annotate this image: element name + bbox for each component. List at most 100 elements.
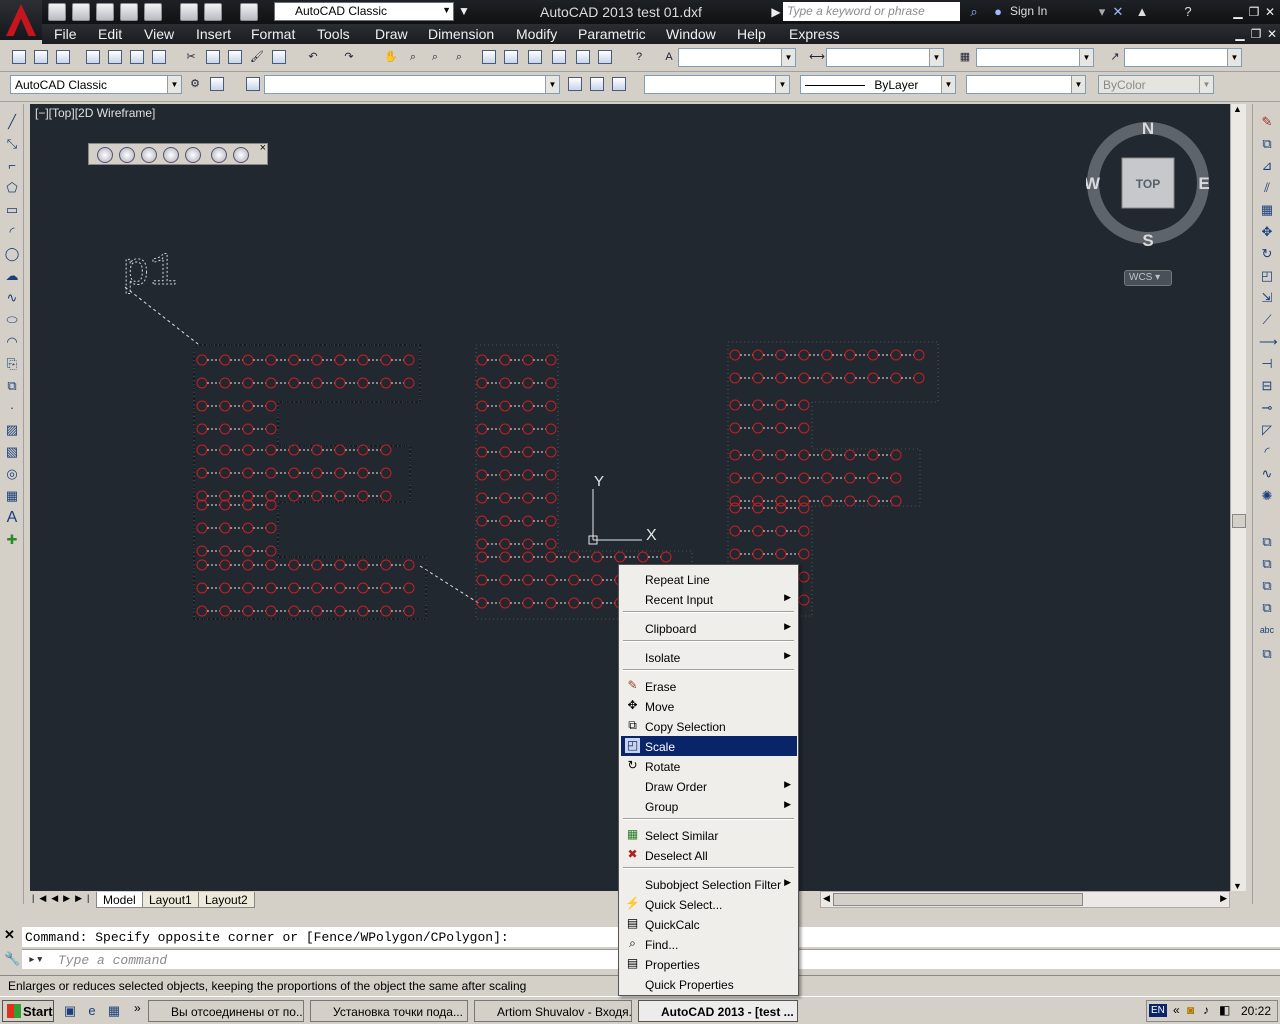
user-icon[interactable]: ● [990, 4, 1006, 20]
design-center-icon[interactable] [502, 48, 520, 66]
exchange-icon[interactable]: ✕ [1110, 4, 1126, 20]
send-to-back-icon[interactable]: ⧉ [1259, 578, 1275, 594]
wcs-menu[interactable]: WCS ▾ [1124, 270, 1172, 286]
circle-icon[interactable]: ◯ [4, 246, 20, 262]
plot-icon[interactable] [84, 48, 102, 66]
explode-icon[interactable]: ✺ [1259, 488, 1275, 504]
zoom-previous-icon[interactable]: ⌕ [450, 48, 468, 66]
taskbar-item-autocad[interactable]: AutoCAD 2013 - [test ... [638, 1000, 798, 1022]
3d-dwf-icon[interactable] [150, 48, 168, 66]
taskbar-item-mail[interactable]: Artiom Shuvalov - Входя... [474, 1000, 632, 1022]
make-block-icon[interactable]: ⧉ [4, 378, 20, 394]
scroll-right-icon[interactable]: ▶ [1220, 893, 1227, 904]
horizontal-scroll-thumb[interactable] [833, 893, 1083, 906]
cut-icon[interactable]: ✂ [182, 48, 200, 66]
menu-draw[interactable]: Draw [375, 26, 408, 42]
doc-close-icon[interactable]: ✕ [1264, 26, 1280, 42]
workspace-dropdown[interactable]: AutoCAD Classic ▼ [274, 2, 454, 21]
workspace-settings-gear-icon[interactable]: ⚙ [186, 75, 204, 93]
menu-parametric[interactable]: Parametric [578, 26, 646, 42]
stretch-icon[interactable]: ⇲ [1259, 290, 1275, 306]
table-icon[interactable]: ▦ [4, 488, 20, 504]
menu-item-select-similar[interactable]: ▦ Select Similar [621, 825, 797, 845]
tray-volume-icon[interactable]: ◧ [1219, 1003, 1230, 1017]
clock[interactable]: 20:22 [1241, 1004, 1271, 1018]
gradient-icon[interactable]: ▧ [4, 444, 20, 460]
polyline-icon[interactable]: ⌐ [4, 158, 20, 174]
layer-combo[interactable]: ▼ [264, 75, 560, 94]
redo-icon[interactable] [240, 3, 258, 21]
menu-file[interactable]: File [54, 26, 77, 42]
menu-item-scale[interactable]: ◰ Scale [621, 736, 797, 756]
line-icon[interactable]: ╱ [4, 114, 20, 130]
publish-icon[interactable] [128, 48, 146, 66]
language-indicator[interactable]: EN [1149, 1004, 1167, 1017]
autodesk-360-icon[interactable]: ▲ [1134, 4, 1150, 20]
menu-item-subobject-filter[interactable]: Subobject Selection Filter ▶ [621, 874, 797, 894]
mleader-style-combo[interactable]: ▼ [1124, 48, 1242, 67]
plot-preview-icon[interactable] [106, 48, 124, 66]
save-as-icon[interactable] [120, 3, 138, 21]
quickcalc-icon[interactable] [596, 48, 614, 66]
pan-icon[interactable]: ✋ [382, 48, 400, 66]
menu-item-deselect-all[interactable]: ✖ Deselect All [621, 845, 797, 865]
menu-help[interactable]: Help [737, 26, 766, 42]
bring-to-front-icon[interactable]: ⧉ [1259, 556, 1275, 572]
chamfer-icon[interactable]: ◸ [1259, 422, 1275, 438]
doc-minimize-icon[interactable]: ▁ [1232, 26, 1248, 42]
quicklaunch-more-icon[interactable]: » [134, 1001, 141, 1015]
linetype-combo[interactable]: ByLayer ▼ [800, 75, 956, 94]
search-binoculars-icon[interactable]: ⌕ [966, 4, 982, 20]
menu-item-clipboard[interactable]: Clipboard ▶ [621, 618, 797, 638]
dim-style-icon[interactable]: ⟷ [808, 48, 826, 66]
join-icon[interactable]: ⊸ [1259, 400, 1275, 416]
tray-app-icon[interactable]: ◙ [1187, 1003, 1194, 1017]
table-style-combo[interactable]: ▼ [976, 48, 1094, 67]
menu-item-draw-order[interactable]: Draw Order ▶ [621, 776, 797, 796]
copy-icon[interactable] [204, 48, 222, 66]
blend-curves-icon[interactable]: ∿ [1259, 466, 1275, 482]
move-icon[interactable]: ✥ [1259, 224, 1275, 240]
save-icon[interactable] [54, 48, 72, 66]
polygon-icon[interactable]: ⬠ [4, 180, 20, 196]
menu-item-recent-input[interactable]: Recent Input ▶ [621, 589, 797, 609]
help-icon[interactable]: ? [630, 48, 648, 66]
trim-icon[interactable]: ⟋ [1259, 312, 1275, 328]
menu-item-rotate[interactable]: ↻ Rotate [621, 756, 797, 776]
ellipse-arc-icon[interactable]: ◠ [4, 334, 20, 350]
hatch-icon[interactable]: ▨ [4, 422, 20, 438]
command-prompt-icon[interactable]: ▸▾ [28, 952, 44, 967]
layer-properties-icon[interactable] [244, 75, 262, 93]
text-style-combo[interactable]: ▼ [678, 48, 796, 67]
undo-icon[interactable]: ↶ [304, 48, 322, 66]
revision-cloud-icon[interactable]: ☁ [4, 268, 20, 284]
open-file-icon[interactable] [72, 3, 90, 21]
menu-item-move[interactable]: ✥ Move [621, 696, 797, 716]
scale-icon[interactable]: ◰ [1259, 268, 1275, 284]
tray-network-icon[interactable]: ♪ [1203, 1003, 1209, 1017]
menu-item-quick-properties[interactable]: Quick Properties [621, 974, 797, 994]
sign-in-link[interactable]: Sign In [1010, 4, 1047, 18]
menu-insert[interactable]: Insert [196, 26, 231, 42]
scroll-left-icon[interactable]: ◀ [823, 893, 830, 904]
menu-item-isolate[interactable]: Isolate ▶ [621, 647, 797, 667]
draw-order-icon[interactable]: ⧉ [1259, 534, 1275, 550]
restore-icon[interactable]: ❐ [1246, 4, 1262, 20]
undo-icon[interactable] [204, 3, 222, 21]
array-icon[interactable]: ▦ [1259, 202, 1275, 218]
compass-w[interactable]: W [1086, 174, 1101, 193]
layer-previous-icon[interactable] [588, 75, 606, 93]
vertical-scroll-thumb[interactable] [1232, 514, 1246, 528]
fillet-icon[interactable]: ◜ [1259, 444, 1275, 460]
menu-view[interactable]: View [144, 26, 174, 42]
wrench-icon[interactable]: 🔧 [4, 951, 20, 967]
mleader-style-icon[interactable]: ↗ [1106, 48, 1124, 66]
ie-icon[interactable]: e [84, 1003, 100, 1019]
menu-edit[interactable]: Edit [98, 26, 122, 42]
extend-icon[interactable]: ⟶ [1259, 334, 1278, 350]
tool-palettes-icon[interactable] [526, 48, 544, 66]
menu-item-repeat-line[interactable]: Repeat Line [621, 569, 797, 589]
multiline-text-icon[interactable]: A [4, 510, 20, 526]
help-icon[interactable]: ? [1180, 4, 1196, 20]
search-input[interactable]: Type a keyword or phrase [783, 2, 960, 21]
